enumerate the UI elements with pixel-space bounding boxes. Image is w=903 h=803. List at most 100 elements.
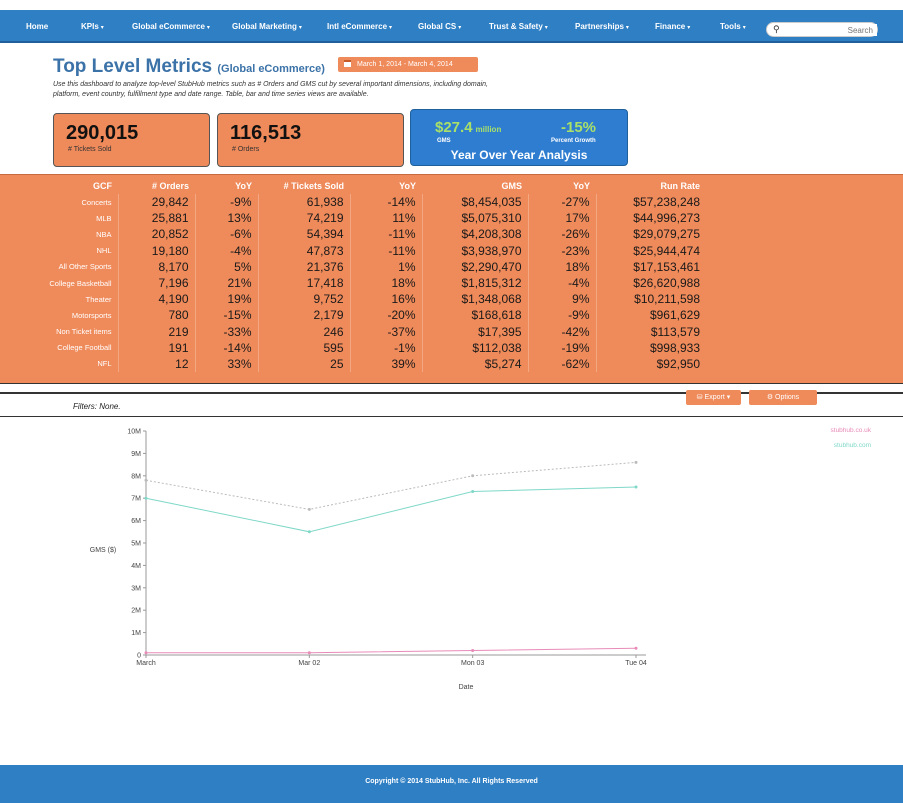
- nav-global-marketing[interactable]: Global Marketing ▾: [232, 10, 302, 43]
- yoy-gms-amount: $27.4: [435, 119, 473, 136]
- table-row: NBA 20,852 -6% 54,394 -11% $4,208,308 -26% $29,…: [0, 226, 706, 243]
- y-tick-label: 1M: [131, 630, 141, 637]
- table-cell: 13%: [194, 210, 258, 227]
- page-title: Top Level Metrics (Global eCommerce): [53, 56, 325, 78]
- table-row: Non Ticket items 219 -33% 246 -37% $17,395 -42…: [0, 323, 706, 340]
- x-tick-label: Tue 04: [625, 660, 647, 667]
- table-cell: 74,219: [257, 210, 350, 227]
- table-cell: 21,376: [257, 258, 350, 275]
- table-cell: 61,938: [257, 194, 350, 211]
- nav-partnerships[interactable]: Partnerships ▾: [575, 10, 629, 43]
- table-row: All Other Sports 8,170 5% 21,376 1% $2,290,47…: [0, 258, 706, 275]
- y-tick-label: 7M: [131, 496, 141, 503]
- nav-global-marketing-label: Global Marketing: [232, 22, 297, 31]
- table-header-cell[interactable]: GMS: [422, 178, 528, 194]
- page-title-text: Top Level Metrics: [53, 56, 213, 77]
- kpi-tickets-sold-value: 290,015: [66, 122, 139, 144]
- options-button[interactable]: ⚙ Options: [749, 390, 817, 405]
- kpi-tickets-sold-card: 290,015 # Tickets Sold: [53, 113, 210, 167]
- yoy-growth-value: -15%: [561, 119, 597, 136]
- table-cell: 21%: [194, 274, 258, 292]
- y-tick-label: 9M: [131, 451, 141, 458]
- table-row: Concerts 29,842 -9% 61,938 -14% $8,454,035 -27…: [0, 194, 706, 211]
- y-axis-label: GMS ($): [90, 547, 116, 554]
- table-cell: -11%: [349, 226, 422, 243]
- table-cell: 33%: [194, 355, 258, 373]
- table-cell: 2,179: [257, 307, 350, 324]
- table-cell: -26%: [527, 226, 596, 243]
- nav-kpis[interactable]: KPIs ▾: [81, 10, 104, 43]
- y-tick-label: 8M: [131, 473, 141, 480]
- table-header-row: GCF # Orders YoY # Tickets Sold YoY GMS YoY Run…: [0, 178, 706, 194]
- footer: Copyright © 2014 StubHub, Inc. All Right…: [0, 765, 903, 803]
- table-cell: -14%: [349, 194, 422, 211]
- nav-kpis-label: KPIs: [81, 22, 99, 31]
- table-cell: 16%: [349, 291, 422, 308]
- data-point: [634, 485, 638, 489]
- table-cell: 20,852: [117, 226, 195, 243]
- row-category: MLB: [96, 213, 112, 223]
- nav-global-ecommerce[interactable]: Global eCommerce ▾: [132, 10, 210, 43]
- kpi-orders-label: # Orders: [232, 146, 260, 153]
- metrics-table-panel: GCF # Orders YoY # Tickets Sold YoY GMS YoY Run…: [0, 174, 903, 384]
- metrics-table: GCF # Orders YoY # Tickets Sold YoY GMS YoY Run…: [0, 178, 706, 373]
- row-category: NHL: [96, 246, 112, 256]
- table-cell: -6%: [194, 226, 258, 243]
- table-header-cell[interactable]: YoY: [528, 178, 596, 194]
- table-cell: $113,579: [595, 323, 706, 340]
- caret-down-icon: ▾: [206, 25, 210, 31]
- nav-finance[interactable]: Finance ▾: [655, 10, 690, 43]
- table-cell: -42%: [527, 323, 596, 340]
- table-cell: 47,873: [257, 242, 350, 259]
- kpi-tickets-sold-label: # Tickets Sold: [68, 146, 112, 153]
- table-cell: $168,618: [421, 307, 528, 324]
- table-row: MLB 25,881 13% 74,219 11% $5,075,310 17% $44,99…: [0, 210, 706, 227]
- row-category: NBA: [96, 229, 112, 239]
- table-cell: -14%: [194, 339, 258, 356]
- table-header-cell[interactable]: GCF: [0, 178, 118, 194]
- yoy-growth-label: Percent Growth: [551, 138, 596, 144]
- y-tick-label: 5M: [131, 541, 141, 548]
- table-cell: 595: [257, 339, 350, 356]
- export-button[interactable]: ⛁ Export ▾: [686, 390, 741, 405]
- data-point: [144, 496, 148, 500]
- table-header-cell[interactable]: YoY: [350, 178, 422, 194]
- table-row: NHL 19,180 -4% 47,873 -11% $3,938,970 -23% $25,…: [0, 242, 706, 259]
- filters-text: Filters: None.: [73, 402, 121, 411]
- table-cell: -20%: [349, 307, 422, 324]
- table-header-cell[interactable]: # Orders: [118, 178, 195, 194]
- legend-item[interactable]: stubhub.com: [834, 442, 871, 449]
- data-point: [471, 649, 475, 653]
- table-cell: 19%: [194, 291, 258, 308]
- footer-copyright: Copyright © 2014 StubHub, Inc. All Right…: [365, 778, 538, 785]
- nav-trust-safety[interactable]: Trust & Safety ▾: [489, 10, 548, 43]
- nav-home[interactable]: Home: [26, 10, 48, 43]
- table-header-cell[interactable]: Run Rate: [596, 178, 706, 194]
- table-header-cell[interactable]: # Tickets Sold: [258, 178, 350, 194]
- nav-finance-label: Finance: [655, 22, 686, 31]
- export-icon: ⛁: [696, 394, 705, 401]
- nav-intl-ecommerce-label: Intl eCommerce: [327, 22, 388, 31]
- kpi-orders-card: 116,513 # Orders: [217, 113, 404, 167]
- date-range-button[interactable]: March 1, 2014 - March 4, 2014: [338, 57, 478, 72]
- calendar-icon: [344, 60, 351, 67]
- table-cell: $44,996,273: [595, 210, 706, 227]
- legend-item[interactable]: stubhub.co.uk: [831, 427, 872, 434]
- table-cell: 17%: [527, 210, 596, 227]
- table-row: Theater 4,190 19% 9,752 16% $1,348,068 9% $10,2…: [0, 291, 706, 308]
- nav-global-cs[interactable]: Global CS ▾: [418, 10, 461, 43]
- table-cell: $10,211,598: [595, 291, 706, 308]
- table-cell: 19,180: [117, 242, 195, 259]
- nav-global-ecommerce-label: Global eCommerce: [132, 22, 205, 31]
- table-cell: 25: [257, 355, 350, 373]
- table-header-cell[interactable]: YoY: [195, 178, 258, 194]
- nav-intl-ecommerce[interactable]: Intl eCommerce ▾: [327, 10, 392, 43]
- table-cell: -9%: [194, 194, 258, 211]
- series-line: [145, 461, 637, 510]
- table-cell: $5,274: [421, 355, 528, 373]
- row-category: Non Ticket items: [56, 327, 112, 337]
- search-input[interactable]: [783, 24, 877, 36]
- table-cell: 219: [117, 323, 195, 340]
- nav-partnerships-label: Partnerships: [575, 22, 624, 31]
- nav-tools[interactable]: Tools ▾: [720, 10, 746, 43]
